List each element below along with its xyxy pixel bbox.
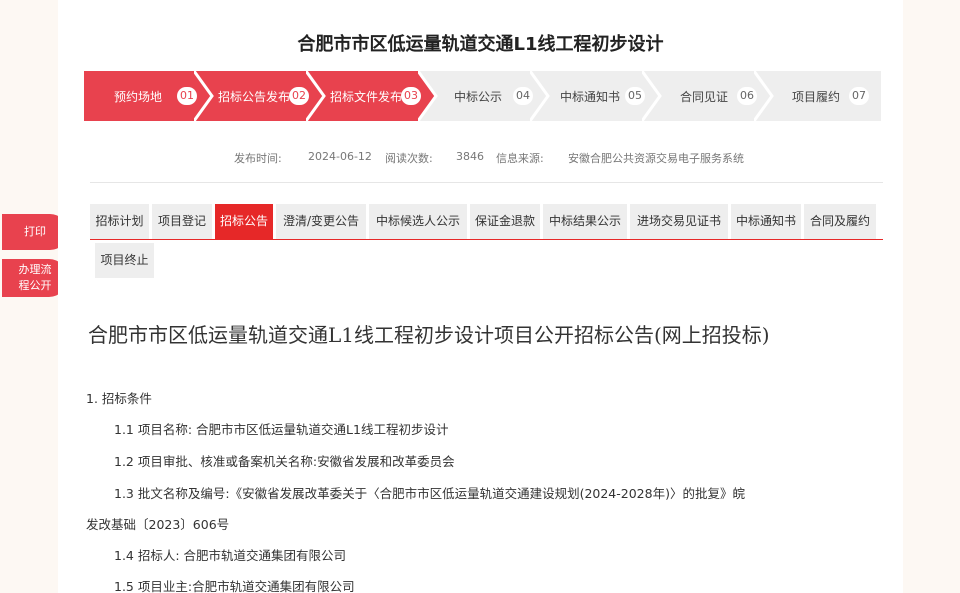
content-page: 合肥市市区低运量轨道交通L1线工程初步设计 预约场地 01 招标公告发布 02 … (58, 0, 903, 593)
tab-result-notice[interactable]: 中标结果公示 (543, 204, 627, 239)
step-7-number: 07 (849, 87, 869, 105)
step-7[interactable]: 项目履约 07 (754, 71, 881, 121)
tab-bid-plan[interactable]: 招标计划 (90, 204, 149, 239)
tab-contract[interactable]: 合同及履约 (804, 204, 876, 239)
tab-deposit-refund[interactable]: 保证金退款 (470, 204, 540, 239)
step-1[interactable]: 预约场地 01 (84, 71, 212, 121)
publish-date: 2024-06-12 (308, 150, 372, 163)
tab-underline (90, 239, 883, 240)
tab-award-notice[interactable]: 中标通知书 (731, 204, 801, 239)
tab-clarification[interactable]: 澄清/变更公告 (276, 204, 366, 239)
step-4-label: 中标公示 (454, 90, 503, 104)
page-title: 合肥市市区低运量轨道交通L1线工程初步设计 (297, 34, 664, 55)
views-label: 阅读次数: (385, 152, 433, 165)
step-4[interactable]: 中标公示 04 (418, 71, 548, 121)
source-label: 信息来源: (496, 152, 544, 165)
step-3[interactable]: 招标文件发布 03 (306, 71, 436, 121)
item-project-owner: 1.5 项目业主:合肥市轨道交通集团有限公司 (114, 579, 355, 593)
meta-divider (90, 182, 883, 183)
progress-steps: 预约场地 01 招标公告发布 02 招标文件发布 03 中标公示 04 中标通知… (84, 71, 881, 121)
views-count: 3846 (456, 150, 484, 163)
step-7-label: 项目履约 (792, 90, 841, 104)
item-approval-authority: 1.2 项目审批、核准或备案机关名称:安徽省发展和改革委员会 (114, 454, 455, 469)
step-6[interactable]: 合同见证 06 (642, 71, 772, 121)
publish-label: 发布时间: (234, 152, 282, 165)
tab-witness-cert[interactable]: 进场交易见证书 (630, 204, 728, 239)
tab-bid-notice[interactable]: 招标公告 (215, 204, 273, 239)
item-project-name: 1.1 项目名称: 合肥市市区低运量轨道交通L1线工程初步设计 (114, 422, 449, 437)
tab-project-termination[interactable]: 项目终止 (95, 243, 154, 278)
step-5-label: 中标通知书 (560, 90, 621, 104)
item-tenderer: 1.4 招标人: 合肥市轨道交通集团有限公司 (114, 548, 347, 563)
step-6-label: 合同见证 (680, 90, 729, 104)
section-heading: 1. 招标条件 (86, 391, 152, 406)
announcement-title: 合肥市市区低运量轨道交通L1线工程初步设计项目公开招标公告(网上招投标) (88, 323, 770, 347)
tab-project-register[interactable]: 项目登记 (152, 204, 212, 239)
step-5[interactable]: 中标通知书 05 (530, 71, 660, 121)
tab-candidate-notice[interactable]: 中标候选人公示 (369, 204, 467, 239)
item-approval-doc-cont: 发改基础〔2023〕606号 (86, 517, 230, 532)
step-2-label: 招标公告发布 (218, 90, 291, 104)
source-value: 安徽合肥公共资源交易电子服务系统 (568, 152, 744, 165)
step-1-label: 预约场地 (114, 90, 163, 104)
item-approval-doc: 1.3 批文名称及编号:《安徽省发展改革委关于〈合肥市市区低运量轨道交通建设规划… (114, 486, 745, 501)
step-3-label: 招标文件发布 (330, 90, 403, 104)
step-2[interactable]: 招标公告发布 02 (194, 71, 324, 121)
